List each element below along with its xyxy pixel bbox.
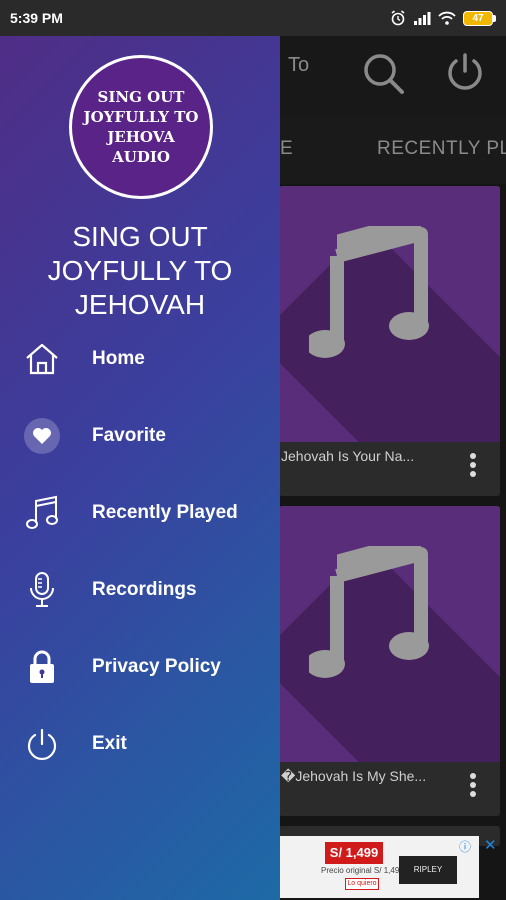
ad-cta-button[interactable]: Lo quiero bbox=[345, 878, 379, 890]
power-icon[interactable] bbox=[444, 52, 486, 94]
microphone-icon bbox=[22, 570, 62, 610]
ad-note: Precio original S/ 1,499 bbox=[321, 866, 404, 875]
music-note-icon bbox=[309, 226, 429, 358]
nav-label-recently-played: Recently Played bbox=[92, 502, 238, 523]
app-logo-text: SING OUT JOYFULLY TO JEHOVA AUDIO bbox=[83, 88, 199, 166]
tab-home[interactable]: E bbox=[280, 138, 293, 160]
ad-price: S/ 1,499 bbox=[325, 842, 383, 864]
ad-close-icon[interactable]: ✕ bbox=[484, 836, 497, 854]
nav-label-home: Home bbox=[92, 348, 145, 369]
power-icon bbox=[22, 724, 62, 764]
status-time: 5:39 PM bbox=[10, 10, 63, 26]
more-options-icon[interactable] bbox=[468, 772, 478, 798]
ad-info-icon[interactable]: ⓘ bbox=[459, 838, 471, 855]
nav-item-recordings[interactable]: Recordings bbox=[0, 560, 280, 620]
music-note-icon bbox=[309, 546, 429, 678]
nav-label-privacy-policy: Privacy Policy bbox=[92, 656, 221, 677]
wifi-icon bbox=[438, 11, 456, 25]
home-icon bbox=[22, 339, 62, 379]
heart-icon bbox=[22, 416, 62, 456]
song-title: Jehovah Is Your Na... bbox=[281, 448, 415, 464]
search-icon[interactable] bbox=[362, 52, 406, 96]
ad-banner[interactable]: S/ 1,499 Precio original S/ 1,499 Lo qui… bbox=[279, 836, 479, 898]
tab-recently-played[interactable]: RECENTLY PL bbox=[377, 138, 506, 160]
nav-item-recently-played[interactable]: Recently Played bbox=[0, 483, 280, 543]
signal-icon bbox=[414, 12, 431, 25]
battery-level: 47 bbox=[463, 10, 493, 26]
alarm-icon bbox=[391, 10, 405, 26]
nav-item-privacy-policy[interactable]: Privacy Policy bbox=[0, 637, 280, 697]
nav-item-home[interactable]: Home bbox=[0, 329, 280, 389]
album-art bbox=[279, 186, 500, 442]
music-note-icon bbox=[22, 493, 62, 533]
song-title: �Jehovah Is My She... bbox=[281, 768, 427, 784]
song-card[interactable]: Jehovah Is Your Na... bbox=[279, 186, 500, 496]
lock-icon bbox=[22, 647, 62, 687]
navigation-drawer: SING OUT JOYFULLY TO JEHOVA AUDIO SING O… bbox=[0, 36, 280, 900]
app-title: To bbox=[288, 54, 310, 76]
battery-indicator: 47 bbox=[463, 10, 496, 26]
ad-logo: RIPLEY bbox=[399, 856, 457, 884]
status-icons: 47 bbox=[390, 10, 496, 26]
drawer-title: SING OUT JOYFULLY TO JEHOVAH bbox=[47, 221, 233, 320]
nav-item-favorite[interactable]: Favorite bbox=[0, 406, 280, 466]
nav-label-favorite: Favorite bbox=[92, 425, 166, 446]
app-logo: SING OUT JOYFULLY TO JEHOVA AUDIO bbox=[69, 55, 213, 199]
nav-label-exit: Exit bbox=[92, 733, 127, 754]
more-options-icon[interactable] bbox=[468, 452, 478, 478]
album-art bbox=[279, 506, 500, 762]
nav-item-exit[interactable]: Exit bbox=[0, 714, 280, 774]
nav-label-recordings: Recordings bbox=[92, 579, 197, 600]
song-card[interactable]: �Jehovah Is My She... bbox=[279, 506, 500, 816]
status-bar: 5:39 PM 47 bbox=[0, 0, 506, 36]
